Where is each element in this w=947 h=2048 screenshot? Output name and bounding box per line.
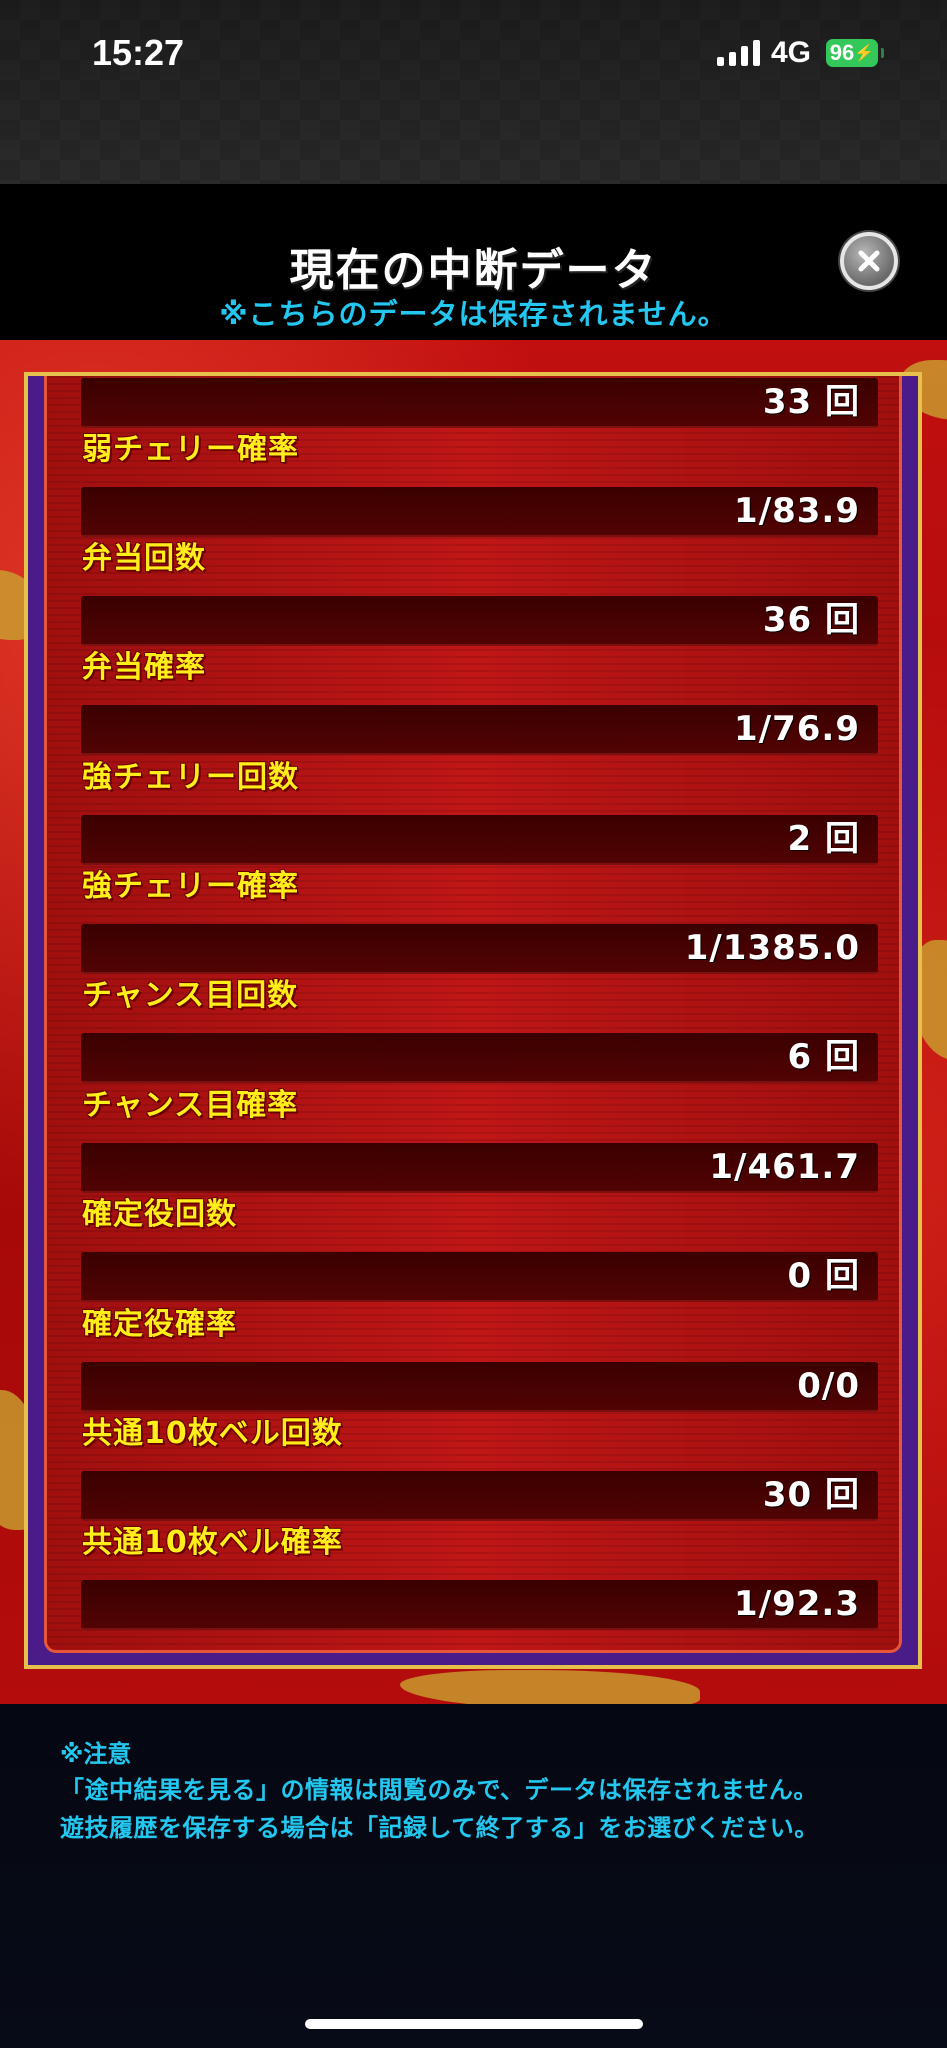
stat-value-bar: 0 回 bbox=[81, 1252, 878, 1302]
notes-section: ※注意 「途中結果を見る」の情報は閲覧のみで、データは保存されません。 遊技履歴… bbox=[0, 1704, 947, 2048]
stat-label: 弁当回数 bbox=[82, 541, 206, 576]
page-title: 現在の中断データ bbox=[289, 245, 658, 296]
stat-value-bar: 1/83.9 bbox=[81, 487, 878, 537]
stat-label: 共通10枚ベル確率 bbox=[82, 1525, 343, 1560]
stat-value-bar: 36 回 bbox=[81, 596, 878, 646]
status-time: 15:27 bbox=[92, 32, 185, 73]
stat-value: 6 回 bbox=[787, 1037, 860, 1077]
stat-label: チャンス目確率 bbox=[82, 1088, 299, 1123]
decor-splash bbox=[400, 1670, 700, 1704]
close-icon bbox=[858, 250, 880, 272]
notes-line: 「途中結果を見る」の情報は閲覧のみで、データは保存されません。 bbox=[60, 1776, 818, 1804]
battery-icon: 96 ⚡ bbox=[826, 39, 884, 67]
data-scroll-area[interactable]: 33 回 弱チェリー確率 1/83.9 弁当回数 36 回 弁当確率 1/76.… bbox=[0, 340, 947, 1704]
battery-level: 96 bbox=[829, 40, 855, 65]
stat-value-bar: 1/92.3 bbox=[81, 1580, 878, 1630]
notes-heading: ※注意 bbox=[60, 1740, 132, 1768]
stat-value: 0/0 bbox=[797, 1366, 860, 1406]
stat-value: 1/76.9 bbox=[734, 709, 860, 749]
stat-value: 1/1385.0 bbox=[684, 928, 860, 968]
home-indicator[interactable] bbox=[305, 2019, 643, 2029]
stat-value-bar: 0/0 bbox=[81, 1362, 878, 1412]
stat-value-bar: 2 回 bbox=[81, 815, 878, 865]
data-panel-inner: 33 回 弱チェリー確率 1/83.9 弁当回数 36 回 弁当確率 1/76.… bbox=[44, 376, 902, 1653]
stat-value-bar: 30 回 bbox=[81, 1471, 878, 1521]
page-subtitle: ※こちらのデータは保存されません。 bbox=[219, 297, 728, 331]
stat-label: 強チェリー確率 bbox=[82, 869, 299, 904]
stat-value: 1/92.3 bbox=[734, 1584, 860, 1624]
stat-label: チャンス目回数 bbox=[82, 978, 299, 1013]
stat-value-bar: 1/1385.0 bbox=[81, 924, 878, 974]
stat-label: 確定役確率 bbox=[82, 1307, 237, 1342]
stat-value-bar: 6 回 bbox=[81, 1033, 878, 1083]
signal-icon bbox=[717, 40, 760, 66]
stat-value: 30 回 bbox=[762, 1475, 860, 1515]
data-panel: 33 回 弱チェリー確率 1/83.9 弁当回数 36 回 弁当確率 1/76.… bbox=[24, 372, 922, 1669]
stat-label: 弁当確率 bbox=[82, 650, 206, 685]
stat-value: 33 回 bbox=[762, 382, 860, 422]
stat-value-bar: 33 回 bbox=[81, 378, 878, 428]
stat-value: 1/83.9 bbox=[734, 491, 860, 531]
close-button[interactable] bbox=[840, 232, 898, 290]
status-bar: 15:27 4G 96 ⚡ bbox=[0, 0, 947, 184]
stat-value-bar: 1/461.7 bbox=[81, 1143, 878, 1193]
modal-header: 現在の中断データ ※こちらのデータは保存されません。 bbox=[0, 184, 947, 340]
stat-value-bar: 1/76.9 bbox=[81, 705, 878, 755]
stat-value: 36 回 bbox=[762, 600, 860, 640]
stat-label: 強チェリー回数 bbox=[82, 760, 299, 795]
stat-value: 1/461.7 bbox=[709, 1147, 860, 1187]
stat-value: 0 回 bbox=[787, 1256, 860, 1296]
stat-label: 確定役回数 bbox=[82, 1197, 237, 1232]
stat-label: 共通10枚ベル回数 bbox=[82, 1416, 343, 1451]
stat-value: 2 回 bbox=[787, 819, 860, 859]
network-type: 4G bbox=[771, 36, 812, 69]
stat-label: 弱チェリー確率 bbox=[82, 432, 299, 467]
notes-line: 遊技履歴を保存する場合は「記録して終了する」をお選びください。 bbox=[60, 1814, 819, 1842]
